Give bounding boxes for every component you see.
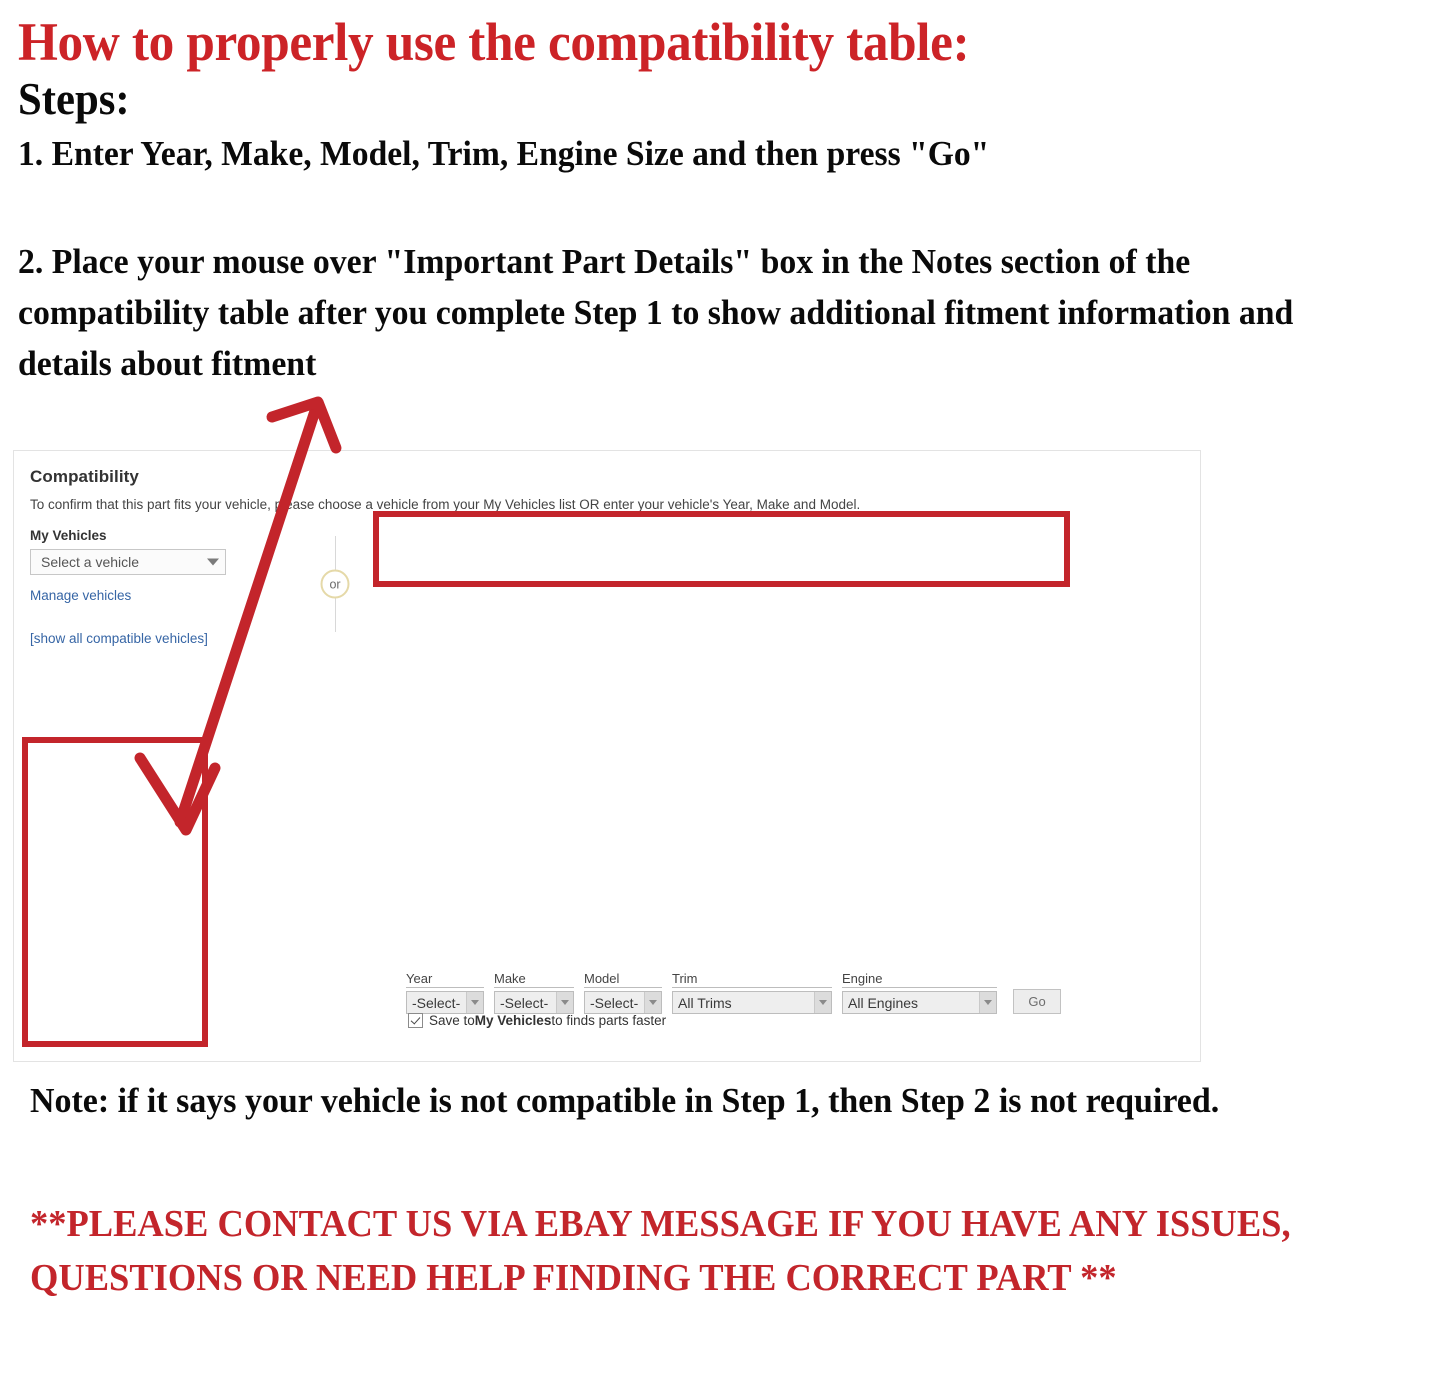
model-select[interactable]: -Select- xyxy=(584,991,662,1014)
or-divider: or xyxy=(290,536,380,632)
my-vehicles-label: My Vehicles xyxy=(30,528,107,543)
make-label: Make xyxy=(494,971,574,988)
step-1-text: 1. Enter Year, Make, Model, Trim, Engine… xyxy=(18,133,990,173)
instructions-block: How to properly use the compatibility ta… xyxy=(0,0,1380,389)
my-vehicles-select-value: Select a vehicle xyxy=(41,554,140,570)
footer-contact: **PLEASE CONTACT US VIA EBAY MESSAGE IF … xyxy=(30,1203,1291,1299)
save-prefix-text: Save to xyxy=(429,1013,475,1028)
model-label: Model xyxy=(584,971,662,988)
steps-label: Steps: xyxy=(18,74,130,125)
save-suffix-text: to finds parts faster xyxy=(551,1013,667,1028)
year-select-value: -Select- xyxy=(412,994,461,1011)
page-title: How to properly use the compatibility ta… xyxy=(18,12,970,72)
compatibility-heading: Compatibility xyxy=(30,467,139,486)
trim-select[interactable]: All Trims xyxy=(672,991,832,1014)
make-select[interactable]: -Select- xyxy=(494,991,574,1014)
engine-select-value: All Engines xyxy=(848,994,919,1011)
chevron-down-icon xyxy=(466,992,483,1013)
chevron-down-icon xyxy=(556,992,573,1013)
chevron-down-icon xyxy=(979,992,996,1013)
trim-field: Trim All Trims xyxy=(672,971,832,1014)
year-field: Year -Select- xyxy=(406,971,484,1014)
engine-label: Engine xyxy=(842,971,997,988)
save-bold-text: My Vehicles xyxy=(474,1013,552,1028)
year-label: Year xyxy=(406,971,484,988)
save-to-my-vehicles-row[interactable]: Save to My Vehicles to finds parts faste… xyxy=(408,1013,666,1028)
go-button[interactable]: Go xyxy=(1013,989,1061,1014)
make-select-value: -Select- xyxy=(500,994,549,1011)
model-field: Model -Select- xyxy=(584,971,662,1014)
chevron-down-icon xyxy=(644,992,661,1013)
or-divider-label: or xyxy=(320,569,350,599)
model-select-value: -Select- xyxy=(590,994,639,1011)
compatibility-panel: Compatibility To confirm that this part … xyxy=(13,450,1201,1062)
trim-label: Trim xyxy=(672,971,832,988)
engine-field: Engine All Engines xyxy=(842,971,997,1014)
chevron-down-icon xyxy=(814,992,831,1013)
footer-note: Note: if it says your vehicle is not com… xyxy=(30,1081,1220,1120)
manage-vehicles-link[interactable]: Manage vehicles xyxy=(30,588,290,603)
my-vehicles-select[interactable]: Select a vehicle xyxy=(30,549,226,575)
save-vehicle-checkbox[interactable] xyxy=(408,1013,423,1028)
year-select[interactable]: -Select- xyxy=(406,991,484,1014)
step-2-text: 2. Place your mouse over "Important Part… xyxy=(18,242,1294,384)
my-vehicles-section: My Vehicles Select a vehicle Manage vehi… xyxy=(30,528,290,646)
vehicle-finder-form: Year -Select- Make -Select- Model -Selec… xyxy=(406,971,1061,1014)
engine-select[interactable]: All Engines xyxy=(842,991,997,1014)
trim-select-value: All Trims xyxy=(678,994,732,1011)
show-all-compatible-vehicles-link[interactable]: [show all compatible vehicles] xyxy=(30,631,290,646)
chevron-down-icon xyxy=(207,558,219,566)
make-field: Make -Select- xyxy=(494,971,574,1014)
compatibility-subtext: To confirm that this part fits your vehi… xyxy=(30,497,861,512)
